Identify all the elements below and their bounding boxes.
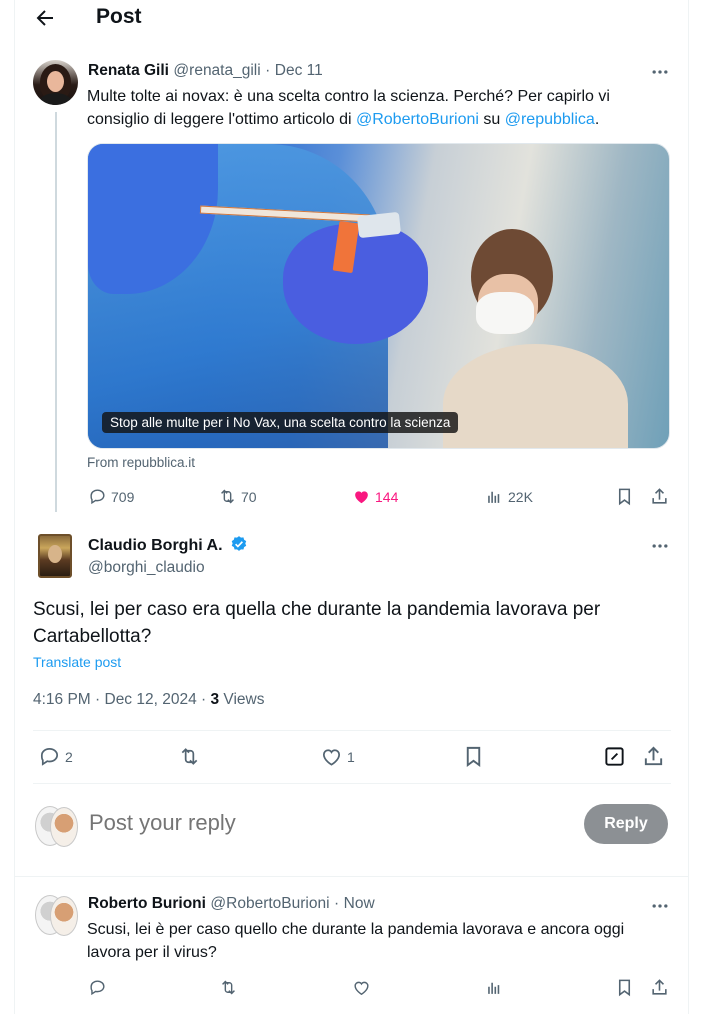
thread-connector-line [55, 112, 57, 512]
more-options-icon[interactable] [650, 62, 670, 82]
divider [33, 783, 671, 784]
back-arrow-icon[interactable] [33, 6, 57, 30]
repost-icon[interactable] [178, 745, 201, 768]
tweet-timestamp: 4:16 PM · Dec 12, 2024 · 3 Views [33, 691, 265, 708]
reply-count: 709 [111, 488, 135, 505]
heart-icon [320, 745, 343, 768]
view-count: 22K [508, 488, 533, 505]
like-action[interactable]: 144 [352, 487, 398, 506]
analytics-icon [485, 487, 504, 506]
reply-icon [38, 745, 61, 768]
author-handle[interactable]: @renata_gili [173, 62, 260, 79]
reply-action[interactable]: 2 [38, 745, 73, 768]
views-count: 3 [210, 691, 220, 708]
card-source[interactable]: From repubblica.it [87, 455, 195, 470]
tweet-header: Renata Gili @renata_gili · Dec 11 [88, 62, 323, 80]
card-caption: Stop alle multe per i No Vax, una scelta… [102, 412, 459, 433]
author-name[interactable]: Renata Gili [88, 62, 169, 79]
more-options-icon[interactable] [650, 896, 670, 916]
tweet-text: Multe tolte ai novax: è una scelta contr… [87, 88, 610, 128]
avatar[interactable] [35, 806, 79, 850]
mention-link[interactable]: @RobertoBurioni [356, 111, 479, 128]
like-count: 1 [347, 748, 355, 765]
reply-count: 2 [65, 748, 73, 765]
separator: · [265, 62, 271, 79]
share-icon[interactable] [650, 978, 669, 997]
author-name[interactable]: Claudio Borghi A. [88, 537, 223, 554]
tweet-date[interactable]: Dec 11 [275, 62, 323, 79]
repost-icon [218, 487, 237, 506]
tweet-header: Claudio Borghi A. [88, 535, 248, 555]
more-options-icon[interactable] [650, 536, 670, 556]
verified-badge-icon [230, 535, 248, 553]
divider [14, 876, 689, 877]
views-action[interactable]: 22K [485, 487, 533, 506]
reply-action[interactable]: 709 [88, 487, 134, 506]
separator: · [334, 895, 340, 912]
avatar[interactable] [33, 60, 78, 105]
divider [33, 730, 671, 731]
author-handle[interactable]: @RobertoBurioni [210, 895, 329, 912]
tweet-text: Scusi, lei per caso era quella che duran… [33, 599, 601, 647]
tweet-time[interactable]: Now [344, 895, 375, 912]
reply-icon[interactable] [88, 978, 107, 997]
author-name[interactable]: Roberto Burioni [88, 895, 206, 912]
bookmark-icon[interactable] [615, 487, 634, 506]
avatar[interactable] [35, 895, 79, 939]
tweet-header: Roberto Burioni @RobertoBurioni · Now [88, 895, 375, 913]
reply-button[interactable]: Reply [584, 804, 668, 844]
repost-icon[interactable] [219, 978, 238, 997]
avatar[interactable] [38, 534, 72, 578]
heart-icon[interactable] [352, 978, 371, 997]
share-icon[interactable] [650, 487, 669, 506]
translate-link[interactable]: Translate post [33, 654, 121, 670]
like-action[interactable]: 1 [320, 745, 355, 768]
analytics-icon[interactable] [485, 978, 504, 997]
repost-action[interactable]: 70 [218, 487, 257, 506]
heart-filled-icon [352, 487, 371, 506]
tweet-text: Scusi, lei è per caso quello che durante… [87, 921, 625, 961]
link-card-image[interactable]: Stop alle multe per i No Vax, una scelta… [87, 143, 670, 449]
repost-count: 70 [241, 488, 257, 505]
reply-icon [88, 487, 107, 506]
bookmark-icon[interactable] [462, 745, 485, 768]
reply-input[interactable] [89, 810, 559, 836]
bookmark-icon[interactable] [615, 978, 634, 997]
share-icon[interactable] [642, 745, 665, 768]
mention-link[interactable]: @repubblica [505, 111, 595, 128]
like-count: 144 [375, 488, 399, 505]
edit-square-icon[interactable] [603, 745, 626, 768]
page-title: Post [96, 5, 142, 28]
author-handle[interactable]: @borghi_claudio [88, 559, 205, 577]
